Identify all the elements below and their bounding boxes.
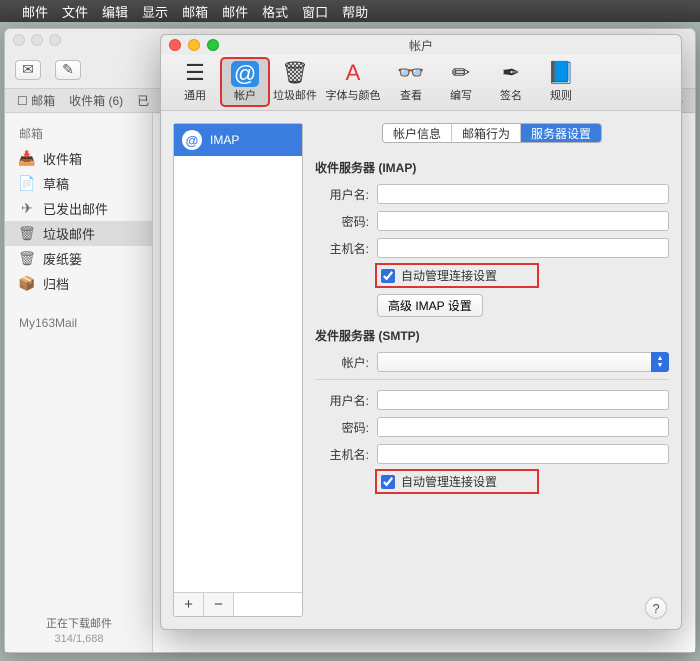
prefs-close-icon[interactable] [169, 39, 181, 51]
status-line2: 314/1,688 [5, 632, 153, 646]
prefs-window: 帐户 ☰通用 @帐户 🗑垃圾邮件 A字体与颜色 👓查看 ✏︎编写 ✒︎签名 📘规… [160, 34, 682, 630]
in-pass-label: 密码: [315, 213, 369, 230]
tab-inbox[interactable]: 收件箱 (6) [69, 92, 123, 109]
prefs-title: 帐户 [409, 37, 433, 54]
general-icon: ☰ [172, 59, 218, 87]
out-account-select[interactable] [377, 352, 669, 372]
prefs-titlebar: 帐户 [161, 35, 681, 55]
get-mail-button[interactable]: ✉︎ [15, 60, 41, 80]
out-user-input[interactable] [377, 390, 669, 410]
prefs-tab-fonts[interactable]: A字体与颜色 [321, 56, 385, 106]
signature-icon: ✒︎ [488, 59, 534, 87]
prefs-tab-compose[interactable]: ✏︎编写 [437, 56, 485, 106]
account-list-item[interactable]: @ IMAP [174, 124, 302, 156]
prefs-tab-signature[interactable]: ✒︎签名 [487, 56, 535, 106]
in-host-input[interactable] [377, 238, 669, 258]
account-at-icon: @ [182, 130, 202, 150]
menu-edit[interactable]: 编辑 [102, 2, 128, 21]
prefs-tab-rules[interactable]: 📘规则 [537, 56, 585, 106]
fonts-icon: A [322, 59, 384, 87]
account-detail-tabs: 帐户信息 邮箱行为 服务器设置 [382, 123, 602, 143]
out-account-label: 帐户: [315, 354, 369, 371]
mail-sidebar: 邮箱 📥收件箱 📄草稿 ✈︎已发出邮件 🗑垃圾邮件 🗑废纸篓 📦归档 My163… [5, 113, 153, 652]
sent-icon: ✈︎ [19, 200, 35, 217]
sidebar-item-junk[interactable]: 🗑垃圾邮件 [5, 221, 152, 246]
sidebar-item-sent[interactable]: ✈︎已发出邮件 [5, 196, 152, 221]
macos-menubar: 邮件 文件 编辑 显示 邮箱 邮件 格式 窗口 帮助 [0, 0, 700, 22]
prefs-tab-accounts[interactable]: @帐户 [221, 58, 269, 106]
compose-button[interactable]: ✎ [55, 60, 81, 80]
prefs-tab-general[interactable]: ☰通用 [171, 56, 219, 106]
outgoing-header: 发件服务器 (SMTP) [315, 327, 669, 344]
advanced-imap-button[interactable]: 高级 IMAP 设置 [377, 294, 483, 317]
in-auto-manage-row: 自动管理连接设置 [377, 265, 537, 286]
out-host-label: 主机名: [315, 446, 369, 463]
menu-window[interactable]: 窗口 [302, 2, 328, 21]
menu-format[interactable]: 格式 [262, 2, 288, 21]
account-list: @ IMAP + − [173, 123, 303, 617]
mail-status: 正在下载邮件 314/1,688 [5, 617, 153, 646]
sidebar-item-trash[interactable]: 🗑废纸篓 [5, 246, 152, 271]
in-user-input[interactable] [377, 184, 669, 204]
tab-mailboxes[interactable]: ☐ 邮箱 [17, 92, 55, 109]
out-pass-label: 密码: [315, 419, 369, 436]
account-name-label: IMAP [210, 133, 239, 147]
out-pass-input[interactable] [377, 417, 669, 437]
select-arrows-icon: ▲▼ [651, 352, 669, 372]
prefs-tab-junk[interactable]: 🗑垃圾邮件 [271, 56, 319, 106]
tab-mailbox-behavior[interactable]: 邮箱行为 [452, 124, 521, 142]
window-minimize-icon[interactable] [31, 34, 43, 46]
menu-mail[interactable]: 邮件 [22, 2, 48, 21]
viewing-icon: 👓 [388, 59, 434, 87]
inbox-icon: 📥 [19, 150, 35, 167]
junk-icon: 🗑 [19, 225, 35, 242]
junk-pref-icon: 🗑 [272, 59, 318, 87]
archive-icon: 📦 [19, 275, 35, 292]
menu-help[interactable]: 帮助 [342, 2, 368, 21]
menu-view[interactable]: 显示 [142, 2, 168, 21]
out-auto-manage-label: 自动管理连接设置 [401, 473, 497, 490]
in-user-label: 用户名: [315, 186, 369, 203]
out-user-label: 用户名: [315, 392, 369, 409]
tab-server-settings[interactable]: 服务器设置 [521, 124, 601, 142]
drafts-icon: 📄 [19, 175, 35, 192]
sidebar-item-drafts[interactable]: 📄草稿 [5, 171, 152, 196]
incoming-header: 收件服务器 (IMAP) [315, 159, 669, 176]
remove-account-button[interactable]: − [204, 593, 234, 616]
help-button[interactable]: ? [645, 597, 667, 619]
menu-message[interactable]: 邮件 [222, 2, 248, 21]
account-detail-pane: 帐户信息 邮箱行为 服务器设置 收件服务器 (IMAP) 用户名: 密码: 主机… [315, 123, 669, 617]
out-auto-manage-checkbox[interactable] [381, 475, 395, 489]
out-host-input[interactable] [377, 444, 669, 464]
compose-pref-icon: ✏︎ [438, 59, 484, 87]
tab-account-info[interactable]: 帐户信息 [383, 124, 452, 142]
sidebar-item-inbox[interactable]: 📥收件箱 [5, 146, 152, 171]
accounts-icon: @ [231, 61, 259, 87]
status-line1: 正在下载邮件 [5, 617, 153, 631]
in-pass-input[interactable] [377, 211, 669, 231]
menu-file[interactable]: 文件 [62, 2, 88, 21]
in-host-label: 主机名: [315, 240, 369, 257]
out-auto-manage-row: 自动管理连接设置 [377, 471, 537, 492]
sidebar-heading: 邮箱 [5, 123, 152, 146]
tab-sent[interactable]: 已 [137, 92, 149, 109]
trash-icon: 🗑 [19, 250, 35, 267]
add-account-button[interactable]: + [174, 593, 204, 616]
sidebar-account-label[interactable]: My163Mail [5, 314, 152, 334]
window-close-icon[interactable] [13, 34, 25, 46]
sidebar-item-archive[interactable]: 📦归档 [5, 271, 152, 296]
window-zoom-icon[interactable] [49, 34, 61, 46]
rules-icon: 📘 [538, 59, 584, 87]
prefs-minimize-icon[interactable] [188, 39, 200, 51]
in-auto-manage-checkbox[interactable] [381, 269, 395, 283]
menu-mailbox[interactable]: 邮箱 [182, 2, 208, 21]
prefs-zoom-icon[interactable] [207, 39, 219, 51]
in-auto-manage-label: 自动管理连接设置 [401, 267, 497, 284]
prefs-tab-viewing[interactable]: 👓查看 [387, 56, 435, 106]
prefs-toolbar: ☰通用 @帐户 🗑垃圾邮件 A字体与颜色 👓查看 ✏︎编写 ✒︎签名 📘规则 [161, 55, 681, 111]
